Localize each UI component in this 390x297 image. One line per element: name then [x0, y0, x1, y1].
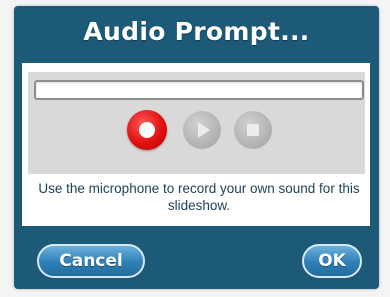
audio-progress-bar[interactable] — [34, 80, 364, 100]
record-button[interactable] — [127, 110, 167, 150]
play-icon — [198, 122, 210, 138]
ok-button[interactable]: OK — [302, 244, 362, 278]
play-button[interactable] — [183, 111, 221, 149]
cancel-button[interactable]: Cancel — [37, 244, 145, 278]
stop-icon — [247, 124, 259, 136]
instruction-text: Use the microphone to record your own so… — [38, 181, 360, 213]
stop-button[interactable] — [234, 111, 272, 149]
record-icon — [139, 122, 155, 138]
dialog-title: Audio Prompt... — [83, 17, 310, 46]
